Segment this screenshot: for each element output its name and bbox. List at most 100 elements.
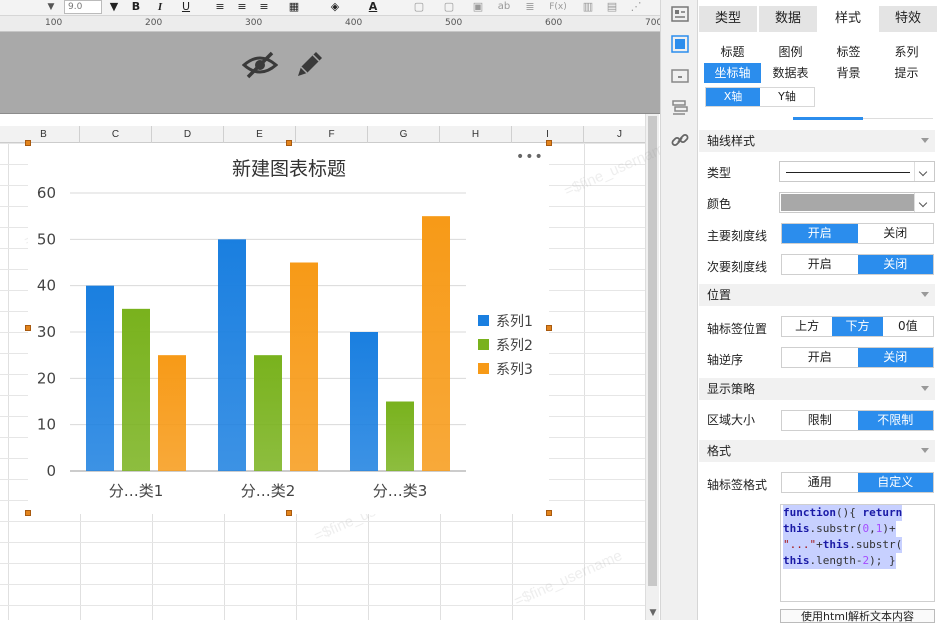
column-header-cell[interactable]: F: [296, 126, 368, 143]
label-format-general[interactable]: 通用: [782, 473, 858, 492]
resize-handle[interactable]: [546, 140, 552, 146]
area-size-no-limit[interactable]: 不限制: [857, 411, 933, 430]
sub-tab-datatable[interactable]: 数据表: [762, 63, 819, 83]
fill-color-icon[interactable]: ◈: [326, 0, 344, 14]
major-tick-off[interactable]: 关闭: [857, 224, 933, 243]
link-icon[interactable]: [670, 130, 690, 150]
resize-handle[interactable]: [286, 140, 292, 146]
resize-handle[interactable]: [286, 510, 292, 516]
area-size-limit[interactable]: 限制: [782, 411, 858, 430]
panel-icon[interactable]: [670, 66, 690, 86]
line-type-dropdown[interactable]: [779, 161, 935, 182]
font-size-input[interactable]: 9.0: [64, 0, 102, 14]
font-size-dropdown-arrow[interactable]: ▼: [44, 0, 58, 14]
eye-hidden-icon[interactable]: [242, 50, 278, 80]
resize-handle[interactable]: [546, 325, 552, 331]
sub-tab-series[interactable]: 系列: [878, 42, 935, 62]
formula-button[interactable]: F(x): [546, 0, 570, 14]
sub-tab-legend[interactable]: 图例: [762, 42, 819, 62]
layers-icon[interactable]: [670, 98, 690, 118]
resize-handle[interactable]: [25, 140, 31, 146]
sub-tab-background[interactable]: 背景: [820, 63, 877, 83]
sub-tab-title[interactable]: 标题: [704, 42, 761, 62]
bar-chart[interactable]: 新建图表标题 0 10 20 30 40 50 60 分…类1 分…类2 分…类3 系列1 系列2…: [28, 143, 549, 514]
tab-x-axis[interactable]: X轴: [706, 88, 760, 106]
column-header-cell[interactable]: H: [440, 126, 512, 143]
bar-系列1-2[interactable]: [350, 332, 378, 471]
column-header-cell[interactable]: G: [368, 126, 440, 143]
collapse-caret-icon[interactable]: [921, 386, 929, 391]
widget-attribute-icon[interactable]: [670, 34, 690, 54]
chart-title[interactable]: 新建图表标题: [232, 158, 346, 180]
collapse-caret-icon[interactable]: [921, 138, 929, 143]
tab-data[interactable]: 数据: [759, 6, 819, 32]
legend-label[interactable]: 系列3: [496, 362, 533, 378]
pencil-icon[interactable]: [292, 48, 326, 82]
section-format[interactable]: 格式: [699, 440, 935, 462]
bar-系列2-1[interactable]: [254, 355, 282, 471]
wrap-icon[interactable]: ▢: [442, 0, 456, 14]
more-options-icon[interactable]: •••: [516, 150, 544, 164]
bar-系列3-0[interactable]: [158, 355, 186, 471]
legend-label[interactable]: 系列1: [496, 314, 533, 330]
tab-type[interactable]: 类型: [699, 6, 759, 32]
bar-系列1-1[interactable]: [218, 239, 246, 471]
reverse-on[interactable]: 开启: [782, 348, 858, 367]
bold-button[interactable]: B: [130, 0, 142, 14]
border-icon[interactable]: ▦: [286, 0, 302, 14]
custom-format-code-editor[interactable]: function(){ return this.substr(0,1)+ "..…: [780, 504, 935, 602]
section-position[interactable]: 位置: [699, 284, 935, 306]
column-header-cell[interactable]: B: [8, 126, 80, 143]
resize-handle[interactable]: [25, 510, 31, 516]
label-position-bottom[interactable]: 下方: [832, 317, 883, 336]
tab-effects[interactable]: 特效: [879, 6, 939, 32]
tab-style[interactable]: 样式: [819, 6, 879, 32]
legend-swatch[interactable]: [478, 339, 489, 350]
bar-系列2-2[interactable]: [386, 401, 414, 472]
scroll-down-icon[interactable]: ▼: [646, 606, 660, 620]
legend-label[interactable]: 系列2: [496, 338, 533, 354]
chart-insert-icon[interactable]: ▥: [580, 0, 596, 14]
list-icon[interactable]: ≣: [522, 0, 538, 14]
section-axis-style[interactable]: 轴线样式: [699, 130, 935, 152]
font-size-arrow-icon[interactable]: ▼: [108, 0, 120, 14]
collapse-caret-icon[interactable]: [921, 292, 929, 297]
reverse-off[interactable]: 关闭: [857, 348, 933, 367]
underline-button[interactable]: U: [180, 0, 192, 14]
label-position-top[interactable]: 上方: [782, 317, 833, 336]
sub-tab-axis[interactable]: 坐标轴: [704, 63, 761, 83]
minor-tick-off[interactable]: 关闭: [857, 255, 933, 274]
label-position-zero[interactable]: 0值: [882, 317, 933, 336]
align-center-icon[interactable]: ≡: [234, 0, 250, 14]
column-header-cell[interactable]: D: [152, 126, 224, 143]
scroll-indicator[interactable]: [793, 117, 863, 120]
resize-handle[interactable]: [25, 325, 31, 331]
merge-icon[interactable]: ▢: [412, 0, 426, 14]
align-right-icon[interactable]: ≡: [256, 0, 272, 14]
column-header-cell[interactable]: J: [584, 126, 645, 143]
sub-tab-label[interactable]: 标签: [820, 42, 877, 62]
axis-color-dropdown[interactable]: [779, 192, 935, 213]
resize-handle[interactable]: [546, 510, 552, 516]
sparkle-icon[interactable]: ⋰: [628, 0, 644, 14]
collapse-caret-icon[interactable]: [921, 448, 929, 453]
section-display-strategy[interactable]: 显示策略: [699, 378, 935, 400]
label-format-custom[interactable]: 自定义: [857, 473, 933, 492]
use-html-parse-button[interactable]: 使用html解析文本内容: [780, 609, 935, 623]
bar-系列1-0[interactable]: [86, 285, 114, 471]
italic-button[interactable]: I: [154, 0, 166, 14]
cell-attribute-icon[interactable]: [670, 4, 690, 24]
tab-y-axis[interactable]: Y轴: [760, 88, 814, 106]
bar-系列3-1[interactable]: [290, 262, 318, 472]
major-tick-on[interactable]: 开启: [782, 224, 858, 243]
chart-container[interactable]: 新建图表标题 0 10 20 30 40 50 60 分…类1 分…类2 分…类3 系列1 系列2…: [28, 143, 549, 514]
image-icon[interactable]: ▣: [470, 0, 486, 14]
chevron-down-icon[interactable]: [914, 193, 934, 212]
align-left-icon[interactable]: ≡: [212, 0, 228, 14]
vertical-scrollbar[interactable]: ▼: [645, 114, 659, 620]
minor-tick-on[interactable]: 开启: [782, 255, 858, 274]
bar-系列3-2[interactable]: [422, 216, 450, 471]
sub-tab-tooltip[interactable]: 提示: [878, 63, 935, 83]
column-header-cell[interactable]: C: [80, 126, 152, 143]
legend-swatch[interactable]: [478, 363, 489, 374]
